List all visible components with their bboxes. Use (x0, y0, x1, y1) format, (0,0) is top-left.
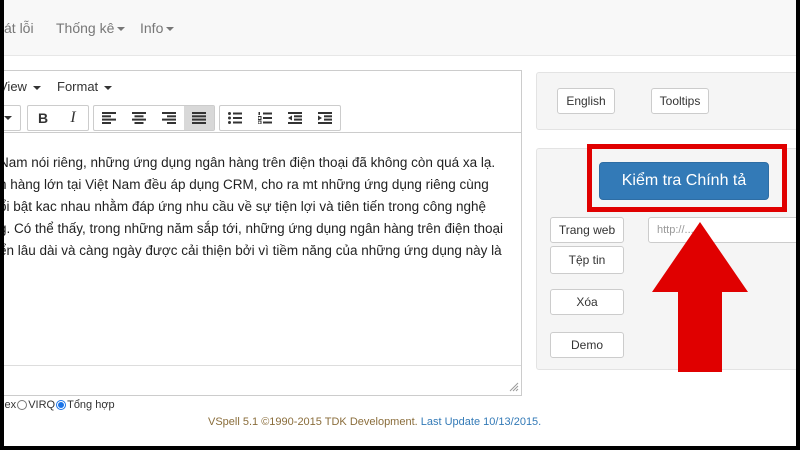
toolbar-group-align (93, 105, 215, 131)
editor-toolbar: B I (4, 103, 521, 133)
radio-tong-hop[interactable] (56, 400, 67, 410)
delete-button[interactable]: Xóa (550, 289, 624, 315)
bullet-list-icon (228, 112, 242, 124)
menu-format[interactable]: Format (57, 79, 113, 94)
nav-item-statistics[interactable]: Thống kê (56, 20, 126, 36)
menu-view-label: View (4, 79, 27, 94)
align-center-icon (132, 112, 146, 124)
indent-button[interactable] (310, 106, 340, 130)
toolbar-group-style (4, 105, 21, 131)
caret-down-icon (32, 85, 41, 90)
align-justify-button[interactable] (184, 106, 214, 130)
highlight-box (587, 144, 787, 212)
radio-label-virq: VIRQ (28, 399, 56, 411)
editor-statusbar (4, 365, 521, 395)
toolbar-group-lists (219, 105, 341, 131)
file-button[interactable]: Tệp tin (550, 246, 624, 274)
align-center-button[interactable] (124, 106, 154, 130)
nav-item-info[interactable]: Info (140, 20, 175, 36)
last-update-link[interactable]: Last Update 10/13/2015. (421, 416, 541, 428)
outdent-icon (288, 112, 302, 124)
footer-copyright: VSpell 5.1 ©1990-2015 TDK Development. (208, 416, 421, 428)
toolbar-group-format: B I (27, 105, 89, 131)
footer: VSpell 5.1 ©1990-2015 TDK Development. L… (208, 416, 541, 428)
bullet-list-button[interactable] (220, 106, 250, 130)
resize-handle-icon[interactable] (509, 382, 519, 392)
align-left-button[interactable] (94, 106, 124, 130)
outdent-button[interactable] (280, 106, 310, 130)
align-left-icon (102, 112, 116, 124)
navbar: át lỗi Thống kê Info (4, 0, 796, 56)
nav-item-label: Info (140, 20, 164, 36)
editor-menubar: View Format (4, 71, 521, 101)
demo-button[interactable]: Demo (550, 332, 624, 358)
align-right-button[interactable] (154, 106, 184, 130)
radio-label-tong-hop: Tổng hợp (67, 399, 115, 411)
webpage-button[interactable]: Trang web (550, 217, 624, 243)
nav-item-label: Thống kê (56, 20, 115, 36)
style-dropdown-button[interactable] (4, 106, 19, 130)
menu-view[interactable]: View (4, 79, 41, 94)
content-line: g. Có thể thấy, trong những năm sắp tới,… (4, 221, 504, 236)
radio-label-telex: elex (4, 399, 17, 411)
numbered-list-button[interactable] (250, 106, 280, 130)
content-line: Nam nói riêng, những ứng dụng ngân hàng … (4, 155, 496, 170)
caret-down-icon (104, 85, 113, 90)
red-arrow-icon (652, 222, 748, 372)
content-line: ển lâu dài và càng ngày được cải thiện b… (4, 243, 502, 258)
nav-item-spellcheck[interactable]: át lỗi (4, 20, 34, 36)
english-button[interactable]: English (557, 88, 615, 114)
radio-virq[interactable] (17, 400, 28, 410)
menu-format-label: Format (57, 79, 99, 94)
caret-down-icon (117, 27, 126, 32)
content-line: n hàng lớn tại Việt Nam đều áp dụng CRM,… (4, 177, 489, 192)
tooltips-button[interactable]: Tooltips (651, 88, 709, 114)
input-mode-group: elex VIRQ Tổng hợp (4, 399, 115, 411)
caret-down-icon (4, 116, 12, 120)
numbered-list-icon (258, 112, 272, 124)
bold-button[interactable]: B (28, 106, 58, 130)
vspell-app: át lỗi Thống kê Info View Format B (4, 0, 796, 446)
indent-icon (318, 112, 332, 124)
content-line: ổi bật kac nhau nhằm đáp ứng nhu cầu về … (4, 199, 486, 214)
nav-item-label: át lỗi (4, 20, 34, 36)
caret-down-icon (166, 27, 175, 32)
align-right-icon (162, 112, 176, 124)
align-justify-icon (192, 112, 206, 124)
text-editor: View Format B I (4, 70, 522, 396)
italic-button[interactable]: I (58, 106, 88, 130)
